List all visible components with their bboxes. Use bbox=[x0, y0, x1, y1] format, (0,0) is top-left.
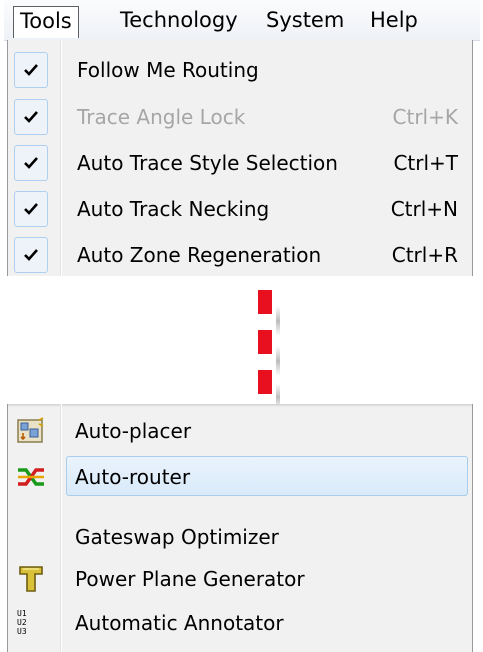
menu-item-automatic-annotator[interactable]: U1 U2 U3 Automatic Annotator bbox=[8, 600, 472, 646]
menu-item-auto-zone-regeneration[interactable]: Auto Zone Regeneration Ctrl+R bbox=[8, 232, 472, 278]
annotator-icon: U1 U2 U3 bbox=[17, 609, 45, 637]
menu-item-shortcut: Ctrl+N bbox=[390, 197, 458, 221]
menu-item-label: Trace Angle Lock bbox=[77, 105, 246, 129]
menu-item-label: Auto-router bbox=[75, 465, 191, 489]
menu-tools[interactable]: Tools bbox=[13, 6, 79, 38]
checkmark-icon bbox=[14, 52, 48, 88]
menu-item-label: Power Plane Generator bbox=[75, 567, 305, 591]
break-dash bbox=[258, 370, 272, 394]
menu-item-shortcut: Ctrl+R bbox=[391, 243, 458, 267]
menu-technology[interactable]: Technology bbox=[114, 6, 244, 34]
auto-placer-icon bbox=[17, 417, 45, 445]
checkmark-icon bbox=[14, 99, 48, 135]
menu-item-shortcut: Ctrl+K bbox=[392, 105, 458, 129]
break-shadow bbox=[276, 346, 280, 376]
annotator-icon-text: U2 bbox=[17, 618, 27, 627]
menu-item-follow-me-routing[interactable]: Follow Me Routing bbox=[8, 47, 472, 93]
menu-item-auto-track-necking[interactable]: Auto Track Necking Ctrl+N bbox=[8, 186, 472, 232]
menu-bar: Tools Technology System Help bbox=[4, 0, 480, 41]
annotator-icon-text: U1 bbox=[17, 609, 27, 618]
tools-dropdown-bottom: Auto-placer Auto-router Gateswap Optimiz… bbox=[7, 404, 473, 652]
menu-item-label: Gateswap Optimizer bbox=[75, 525, 279, 549]
checkmark-icon bbox=[14, 191, 48, 227]
menu-item-auto-trace-style-selection[interactable]: Auto Trace Style Selection Ctrl+T bbox=[8, 140, 472, 186]
menu-item-label: Auto Track Necking bbox=[77, 197, 270, 221]
break-dash bbox=[258, 330, 272, 354]
menu-item-label: Follow Me Routing bbox=[77, 58, 259, 82]
menu-item-label: Auto Zone Regeneration bbox=[77, 243, 322, 267]
menu-item-gateswap-optimizer[interactable]: Gateswap Optimizer bbox=[8, 514, 472, 560]
menu-item-power-plane-generator[interactable]: Power Plane Generator bbox=[8, 556, 472, 602]
checkmark-icon bbox=[14, 237, 48, 273]
break-dash bbox=[258, 290, 272, 314]
menu-item-label: Auto Trace Style Selection bbox=[77, 151, 338, 175]
menu-system[interactable]: System bbox=[260, 6, 350, 34]
power-plane-icon bbox=[17, 565, 45, 593]
menu-item-auto-router[interactable]: Auto-router bbox=[8, 454, 472, 500]
menu-item-trace-angle-lock: Trace Angle Lock Ctrl+K bbox=[8, 94, 472, 140]
menu-help[interactable]: Help bbox=[364, 6, 424, 34]
auto-router-icon bbox=[17, 463, 45, 491]
menu-item-label: Automatic Annotator bbox=[75, 611, 284, 635]
annotator-icon-text: U3 bbox=[17, 627, 27, 636]
checkmark-icon bbox=[14, 145, 48, 181]
menu-cut-edge bbox=[8, 404, 472, 407]
menu-item-auto-placer[interactable]: Auto-placer bbox=[8, 408, 472, 454]
menu-item-label: Auto-placer bbox=[75, 419, 192, 443]
menu-item-shortcut: Ctrl+T bbox=[393, 151, 458, 175]
break-shadow bbox=[276, 306, 280, 336]
tools-dropdown-top: Follow Me Routing Trace Angle Lock Ctrl+… bbox=[7, 40, 473, 276]
